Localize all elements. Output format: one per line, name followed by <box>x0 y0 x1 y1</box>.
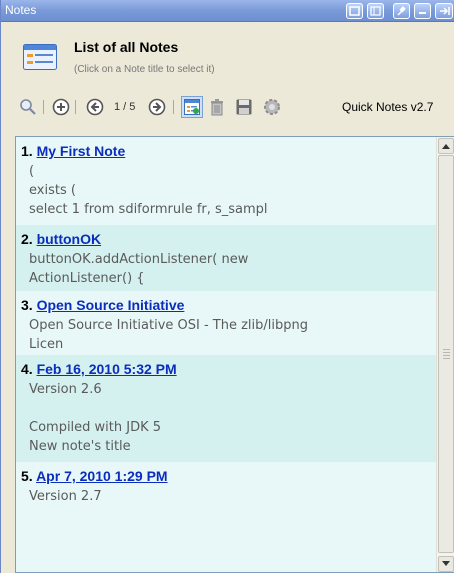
notes-list-icon <box>23 44 57 74</box>
search-icon[interactable] <box>19 98 37 116</box>
list-item[interactable]: 3. Open Source Initiative Open Source In… <box>16 291 437 355</box>
list-item[interactable]: 5. Apr 7, 2010 1:29 PM Version 2.7 <box>16 462 437 572</box>
note-title-link[interactable]: Apr 7, 2010 1:29 PM <box>36 468 168 484</box>
notes-list: 1. My First Note ( exists ( select 1 fro… <box>16 137 437 572</box>
note-number: 5. <box>21 468 33 484</box>
note-number: 3. <box>21 297 33 313</box>
notes-window: Notes List of all Notes (Click on a Note… <box>0 0 454 573</box>
note-title-link[interactable]: Open Source Initiative <box>37 297 185 313</box>
note-heading: 1. My First Note <box>21 142 437 160</box>
note-heading: 3. Open Source Initiative <box>21 296 437 314</box>
title-bar[interactable]: Notes <box>1 0 454 22</box>
toolbar-separator <box>43 100 44 114</box>
note-number: 4. <box>21 361 33 377</box>
notes-list-panel: 1. My First Note ( exists ( select 1 fro… <box>15 136 454 573</box>
scroll-up-arrow-icon[interactable] <box>438 138 454 154</box>
list-item[interactable]: 4. Feb 16, 2010 5:32 PM Version 2.6 Comp… <box>16 355 437 462</box>
window-title: Notes <box>5 3 37 17</box>
trash-icon[interactable] <box>208 98 226 116</box>
note-preview: Version 2.7 <box>29 489 102 504</box>
toolbar: 1 / 5 Quick Notes v2.7 <box>15 86 454 126</box>
note-preview: Version 2.6 Compiled with JDK 5 New note… <box>29 382 162 454</box>
list-item[interactable]: 2. buttonOK buttonOK.addActionListener( … <box>16 225 437 291</box>
scroll-grip <box>443 355 450 356</box>
list-view-icon[interactable] <box>181 96 203 118</box>
previous-icon[interactable] <box>86 98 104 116</box>
page-counter: 1 / 5 <box>114 101 136 113</box>
scroll-grip <box>443 358 450 359</box>
toolbar-separator <box>173 100 174 114</box>
toolbar-separator <box>75 100 76 114</box>
scroll-thumb[interactable] <box>438 155 454 553</box>
note-preview: Open Source Initiative OSI - The zlib/li… <box>29 318 309 352</box>
note-number: 1. <box>21 143 33 159</box>
page-subtitle: (Click on a Note title to select it) <box>74 64 215 75</box>
note-title-link[interactable]: My First Note <box>37 143 126 159</box>
save-icon[interactable] <box>235 98 253 116</box>
pin-icon[interactable] <box>393 3 410 19</box>
note-title-link[interactable]: buttonOK <box>37 231 102 247</box>
note-heading: 2. buttonOK <box>21 230 437 248</box>
add-icon[interactable] <box>52 98 70 116</box>
note-preview: buttonOK.addActionListener( new ActionLi… <box>29 252 249 286</box>
settings-icon[interactable] <box>263 98 281 116</box>
scroll-grip <box>443 349 450 350</box>
dock-icon[interactable] <box>367 3 384 19</box>
note-title-link[interactable]: Feb 16, 2010 5:32 PM <box>37 361 177 377</box>
next-icon[interactable] <box>148 98 166 116</box>
restore-icon[interactable] <box>346 3 363 19</box>
note-preview: ( exists ( select 1 from sdiformrule fr,… <box>29 164 268 217</box>
list-item[interactable]: 1. My First Note ( exists ( select 1 fro… <box>16 137 437 225</box>
page-title: List of all Notes <box>74 39 179 55</box>
vertical-scrollbar[interactable] <box>436 137 454 572</box>
note-heading: 5. Apr 7, 2010 1:29 PM <box>21 467 437 485</box>
close-panel-icon[interactable] <box>435 3 453 19</box>
app-version: Quick Notes v2.7 <box>342 100 434 114</box>
note-heading: 4. Feb 16, 2010 5:32 PM <box>21 360 437 378</box>
scroll-grip <box>443 352 450 353</box>
note-number: 2. <box>21 231 33 247</box>
scroll-down-arrow-icon[interactable] <box>438 556 454 572</box>
minimize-icon[interactable] <box>414 3 431 19</box>
